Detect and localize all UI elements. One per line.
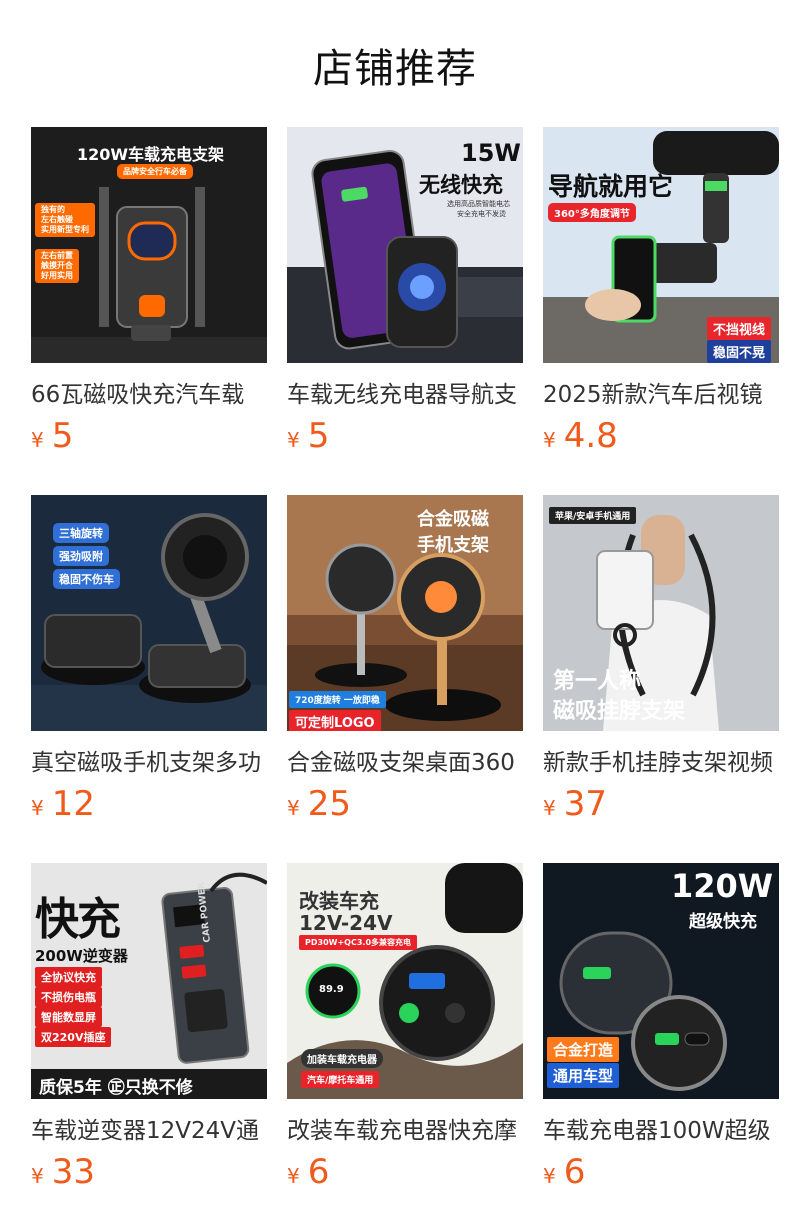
price-value: 33: [51, 1152, 95, 1192]
image-headline-2: 超级快充: [689, 912, 757, 932]
price-value: 6: [563, 1152, 586, 1192]
product-title[interactable]: 2025新款汽车后视镜: [543, 380, 779, 410]
image-caption-2: 汽车/摩托车通用: [301, 1071, 380, 1088]
image-headline-2: 无线快充: [419, 173, 503, 197]
product-price: ¥33: [31, 1152, 267, 1198]
product-price: ¥37: [543, 784, 779, 830]
currency-symbol: ¥: [543, 1164, 556, 1188]
image-voltage: 89.9: [319, 984, 344, 995]
product-card[interactable]: 改装车充 12V-24V PD30W+QC3.0多兼容充电 89.9 加装车载充…: [287, 863, 523, 1198]
product-image[interactable]: 改装车充 12V-24V PD30W+QC3.0多兼容充电 89.9 加装车载充…: [287, 863, 523, 1099]
image-badge-1: 合金打造: [547, 1037, 620, 1062]
price-value: 5: [51, 416, 74, 456]
product-image[interactable]: 三轴旋转 强劲吸附 稳固不伤车: [31, 495, 267, 731]
currency-symbol: ¥: [543, 428, 556, 452]
image-badge-2: 稳固不晃: [707, 340, 772, 363]
currency-symbol: ¥: [287, 428, 300, 452]
image-badge: 左右前置 触摸开合 好用实用: [35, 249, 79, 283]
product-card[interactable]: 15W 无线快充 选用高品质智能电芯 安全充电不发烫 车载无线充电器导航支 ¥5: [287, 127, 523, 462]
product-title[interactable]: 车载充电器100W超级: [543, 1116, 779, 1146]
product-grid: 120W车载充电支架 品牌安全行车必备 独有的 左右触碰 实用新型专利 左右前置…: [0, 0, 790, 1232]
image-feature: 双220V插座: [35, 1027, 112, 1047]
product-card[interactable]: 苹果/安卓手机通用 第一人称 磁吸挂脖支架 新款手机挂脖支架视频 ¥37: [543, 495, 779, 830]
image-tag-2: 可定制LOGO: [289, 710, 381, 731]
product-title[interactable]: 车载逆变器12V24V通: [31, 1116, 267, 1146]
product-card[interactable]: 导航就用它 360°多角度调节 不挡视线 稳固不晃 2025新款汽车后视镜 ¥4…: [543, 127, 779, 462]
product-price: ¥12: [31, 784, 267, 830]
product-card[interactable]: 快充 200W逆变器 全协议快充 不损伤电瓶 智能数显屏 双220V插座 CAR…: [31, 863, 267, 1198]
product-title[interactable]: 合金磁吸支架桌面360: [287, 748, 523, 778]
product-image[interactable]: 导航就用它 360°多角度调节 不挡视线 稳固不晃: [543, 127, 779, 363]
image-headline-1: 改装车充: [299, 889, 379, 913]
image-footer: 质保5年 ㊣只换不修: [39, 1078, 193, 1098]
image-headline: 快充: [35, 894, 121, 945]
image-tag-1: 720度旋转 一放即稳: [289, 691, 386, 708]
image-headline-1: 120W: [671, 867, 774, 905]
price-value: 12: [51, 784, 95, 824]
image-tag: 360°多角度调节: [548, 203, 636, 222]
product-price: ¥6: [287, 1152, 523, 1198]
product-card[interactable]: 120W车载充电支架 品牌安全行车必备 独有的 左右触碰 实用新型专利 左右前置…: [31, 127, 267, 462]
image-subhead: 200W逆变器: [35, 947, 128, 965]
image-tagline-1: 选用高品质智能电芯: [447, 200, 510, 208]
product-card[interactable]: 合金吸磁 手机支架 720度旋转 一放即稳 可定制LOGO 合金磁吸支架桌面36…: [287, 495, 523, 830]
image-tag: PD30W+QC3.0多兼容充电: [299, 935, 418, 950]
image-feature: 不损伤电瓶: [35, 987, 102, 1007]
image-label: 强劲吸附: [53, 546, 109, 566]
currency-symbol: ¥: [31, 796, 44, 820]
currency-symbol: ¥: [31, 428, 44, 452]
product-card[interactable]: 120W 超级快充 合金打造 通用车型 车载充电器100W超级 ¥6: [543, 863, 779, 1198]
image-headline: 120W车载充电支架: [77, 145, 225, 164]
image-feature: 智能数显屏: [35, 1007, 102, 1027]
product-price: ¥5: [287, 416, 523, 462]
currency-symbol: ¥: [287, 796, 300, 820]
currency-symbol: ¥: [287, 1164, 300, 1188]
image-tagline: 品牌安全行车必备: [117, 164, 193, 179]
product-price: ¥4.8: [543, 416, 779, 462]
image-feature: 全协议快充: [35, 967, 102, 987]
product-image[interactable]: 120W 超级快充 合金打造 通用车型: [543, 863, 779, 1099]
product-title[interactable]: 车载无线充电器导航支: [287, 380, 523, 410]
image-headline-1: 第一人称: [553, 669, 642, 694]
image-label: 稳固不伤车: [53, 569, 120, 589]
price-value: 4.8: [563, 416, 618, 456]
product-price: ¥25: [287, 784, 523, 830]
price-value: 25: [307, 784, 351, 824]
image-caption-1: 加装车载充电器: [301, 1049, 383, 1068]
product-image[interactable]: 合金吸磁 手机支架 720度旋转 一放即稳 可定制LOGO: [287, 495, 523, 731]
product-image[interactable]: 快充 200W逆变器 全协议快充 不损伤电瓶 智能数显屏 双220V插座 CAR…: [31, 863, 267, 1099]
product-title[interactable]: 66瓦磁吸快充汽车载: [31, 380, 267, 410]
product-price: ¥5: [31, 416, 267, 462]
currency-symbol: ¥: [543, 796, 556, 820]
price-value: 6: [307, 1152, 330, 1192]
product-image[interactable]: 120W车载充电支架 品牌安全行车必备 独有的 左右触碰 实用新型专利 左右前置…: [31, 127, 267, 363]
product-image[interactable]: 15W 无线快充 选用高品质智能电芯 安全充电不发烫: [287, 127, 523, 363]
image-badge-1: 不挡视线: [707, 317, 772, 340]
image-badge-2: 通用车型: [547, 1063, 620, 1088]
image-headline-2: 手机支架: [417, 535, 489, 556]
image-headline-1: 15W: [461, 139, 521, 167]
image-badge: 独有的 左右触碰 实用新型专利: [35, 203, 95, 237]
image-label: 三轴旋转: [53, 523, 109, 543]
currency-symbol: ¥: [31, 1164, 44, 1188]
image-headline-2: 磁吸挂脖支架: [553, 699, 686, 724]
image-headline: 导航就用它: [548, 172, 674, 201]
price-value: 37: [563, 784, 607, 824]
product-card[interactable]: 三轴旋转 强劲吸附 稳固不伤车 真空磁吸手机支架多功 ¥12: [31, 495, 267, 830]
product-title[interactable]: 新款手机挂脖支架视频: [543, 748, 779, 778]
image-tag: 苹果/安卓手机通用: [549, 507, 637, 524]
product-image[interactable]: 苹果/安卓手机通用 第一人称 磁吸挂脖支架: [543, 495, 779, 731]
price-value: 5: [307, 416, 330, 456]
image-tagline-2: 安全充电不发烫: [457, 210, 506, 218]
product-price: ¥6: [543, 1152, 779, 1198]
product-title[interactable]: 改装车载充电器快充摩: [287, 1116, 523, 1146]
image-headline-1: 合金吸磁: [417, 509, 489, 530]
image-headline-2: 12V-24V: [299, 911, 393, 935]
product-title[interactable]: 真空磁吸手机支架多功: [31, 748, 267, 778]
